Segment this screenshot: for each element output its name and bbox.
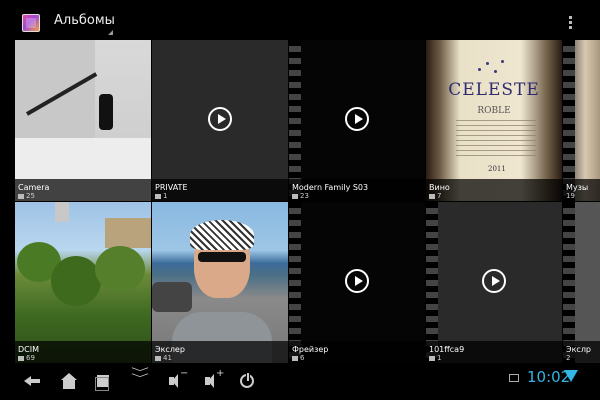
spinner-indicator-icon — [108, 30, 113, 35]
album-tile-fraser[interactable]: Фрейзер 6 — [289, 202, 425, 363]
album-name: Экслр — [566, 345, 592, 354]
page-title: Альбомы — [54, 13, 115, 28]
album-count: 41 — [155, 354, 172, 362]
album-name: Вино — [429, 183, 450, 192]
wine-sub: ROBLE — [477, 106, 511, 116]
album-name: Экслер — [155, 345, 185, 354]
album-count: 1 — [155, 192, 167, 200]
album-name: Музы — [566, 183, 589, 192]
album-name: Modern Family S03 — [292, 183, 369, 192]
action-bar: Альбомы — [0, 0, 600, 40]
album-name: PRIVATE — [155, 183, 188, 192]
label-stars — [476, 58, 506, 76]
play-icon — [345, 107, 369, 131]
recent-apps-icon[interactable] — [93, 371, 113, 391]
wine-label-text — [456, 120, 536, 160]
folder-icon — [18, 355, 24, 361]
overflow-menu-icon[interactable] — [566, 16, 574, 32]
album-tile-modern-family[interactable]: Modern Family S03 23 — [289, 40, 425, 201]
power-icon[interactable] — [240, 372, 254, 388]
wine-year: 2011 — [488, 165, 506, 173]
album-tile-camera[interactable]: Camera 25 — [15, 40, 151, 201]
wine-brand: CELESTE — [448, 80, 540, 100]
album-tile-exler[interactable]: Экслер 41 — [152, 202, 288, 363]
play-icon — [208, 107, 232, 131]
folder-icon — [155, 355, 161, 361]
album-name: DCIM — [18, 345, 40, 354]
album-tile-exler-2[interactable]: Экслр 2 — [563, 202, 600, 363]
home-icon[interactable] — [59, 371, 79, 391]
album-count: 19 — [566, 192, 575, 200]
play-icon — [482, 269, 506, 293]
album-tile-music[interactable]: Музы 19 — [563, 40, 600, 201]
wifi-icon — [564, 370, 578, 382]
album-count: 7 — [429, 192, 441, 200]
folder-icon — [292, 355, 298, 361]
album-count: 1 — [429, 354, 441, 362]
album-count: 25 — [18, 192, 35, 200]
album-name: Camera — [18, 183, 50, 192]
album-count: 23 — [292, 192, 309, 200]
volume-up-icon[interactable]: + — [202, 368, 224, 391]
folder-icon — [292, 193, 298, 199]
album-tile-private[interactable]: PRIVATE 1 — [152, 40, 288, 201]
play-icon — [345, 269, 369, 293]
folder-icon — [429, 355, 435, 361]
album-tile-101ffca9[interactable]: 101ffca9 1 — [426, 202, 562, 363]
volume-down-icon[interactable]: − — [166, 368, 188, 391]
album-name: Фрейзер — [292, 345, 329, 354]
back-icon[interactable] — [22, 371, 42, 391]
album-count: 69 — [18, 354, 35, 362]
folder-icon — [429, 193, 435, 199]
album-grid: Camera 25 PRIVATE 1 Modern Family S03 23… — [0, 40, 600, 363]
album-tile-wine[interactable]: CELESTE ROBLE 2011 Вино 7 — [426, 40, 562, 201]
album-count: 2 — [566, 354, 571, 362]
folder-icon — [155, 193, 161, 199]
album-name: 101ffca9 — [429, 345, 465, 354]
album-count: 6 — [292, 354, 304, 362]
hide-bar-icon[interactable]: ﹀ ﹀ — [130, 369, 150, 391]
folder-icon — [18, 193, 24, 199]
album-tile-dcim[interactable]: DCIM 69 — [15, 202, 151, 363]
screenshot-icon — [509, 374, 519, 382]
album-spinner[interactable]: Альбомы — [54, 13, 115, 35]
app-gallery-icon[interactable] — [22, 14, 40, 32]
